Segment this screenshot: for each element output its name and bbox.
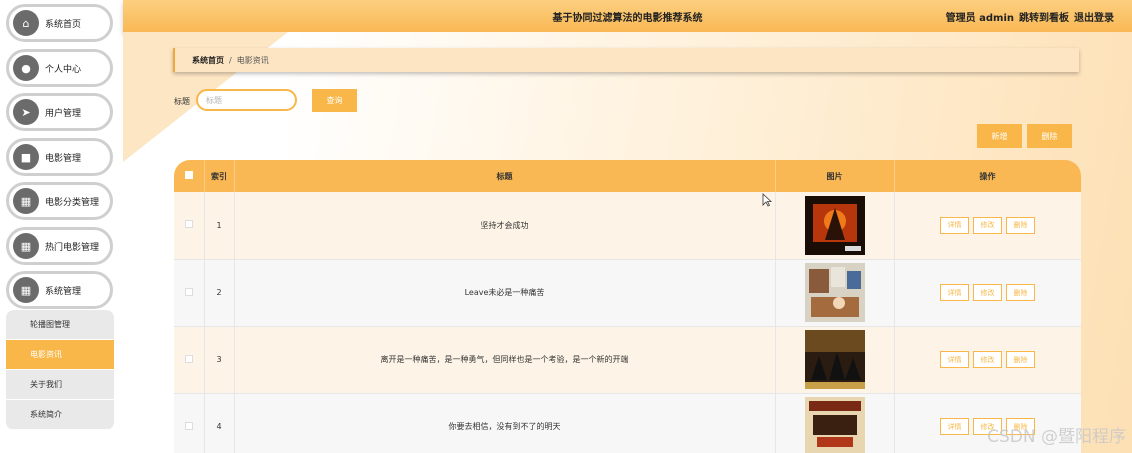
sidebar: ⌂ 系统首页 ● 个人中心 ➤ 用户管理 ■ 电影管理 ▦ 电影分类管理 ▦ 热… [0,0,123,453]
main-content: 系统首页 / 电影资讯 标题 查询 新增 删除 索引 标题 图片 操作 [123,32,1132,453]
row-index: 1 [204,192,235,260]
detail-button[interactable]: 详情 [940,216,969,234]
home-icon: ⌂ [13,10,39,36]
submenu-item-about[interactable]: 关于我们 [6,370,114,400]
breadcrumb: 系统首页 / 电影资讯 [173,48,1079,72]
delete-button[interactable]: 删除 [1006,216,1035,234]
sidebar-item-movies[interactable]: ■ 电影管理 [6,138,113,176]
row-title: Leave未必是一种痛苦 [234,259,776,327]
admin-user-label: 管理员 admin [945,13,1014,24]
batch-delete-button[interactable]: 删除 [1027,124,1072,148]
row-checkbox[interactable] [184,354,193,363]
sidebar-item-label: 系统首页 [45,19,82,30]
row-checkbox[interactable] [184,287,193,296]
row-checkbox[interactable] [184,220,193,229]
row-checkbox-cell [174,192,205,260]
sidebar-item-label: 热门电影管理 [45,242,100,253]
row-title: 你要去相信，没有到不了的明天 [234,393,776,453]
sidebar-item-label: 系统管理 [45,286,82,297]
search-button[interactable]: 查询 [312,89,357,112]
sidebar-item-categories[interactable]: ▦ 电影分类管理 [6,182,113,220]
row-image-cell [775,192,895,260]
grid-icon: ▦ [13,233,39,259]
sidebar-item-label: 电影分类管理 [45,197,100,208]
grid-icon: ▦ [13,188,39,214]
row-checkbox-cell [174,326,205,394]
add-button[interactable]: 新增 [977,124,1022,148]
sidebar-item-users[interactable]: ➤ 用户管理 [6,93,113,131]
header-actions: 操作 [894,160,1081,192]
sidebar-item-system[interactable]: ▦ 系统管理 [6,271,113,309]
row-image-cell [775,393,895,453]
row-checkbox[interactable] [184,421,193,430]
table-row: 3 离开是一种痛苦，是一种勇气，但同样也是一个考验，是一个新的开端 详情 修改 … [174,326,1081,394]
detail-button[interactable]: 详情 [940,418,969,435]
search-label: 标题 [174,97,190,106]
send-icon: ➤ [13,99,39,125]
edit-button[interactable]: 修改 [973,284,1002,301]
row-actions-cell: 详情 修改 删除 [894,326,1081,394]
breadcrumb-current: 电影资讯 [236,55,269,65]
row-title: 离开是一种痛苦，是一种勇气，但同样也是一个考验，是一个新的开端 [234,326,776,394]
row-index: 3 [204,326,235,394]
sidebar-item-hot-movies[interactable]: ▦ 热门电影管理 [6,227,113,265]
edit-button[interactable]: 修改 [973,351,1002,368]
row-title: 坚持才会成功 [234,192,776,260]
watermark: CSDN @暨阳程序 [987,427,1126,447]
breadcrumb-home[interactable]: 系统首页 [192,55,224,66]
sidebar-item-label: 个人中心 [45,64,82,75]
delete-button[interactable]: 删除 [1006,351,1035,368]
header-image: 图片 [775,160,895,192]
user-icon: ● [13,55,39,81]
row-actions-cell: 详情 修改 删除 [894,192,1081,260]
row-index: 4 [204,393,235,453]
poster-image [804,263,865,322]
poster-image [804,195,865,255]
detail-button[interactable]: 详情 [940,351,969,368]
sidebar-item-label: 电影管理 [45,153,82,164]
top-right-links: 管理员 admin 跳转到看板 退出登录 [946,9,1114,24]
row-actions-cell: 详情 修改 删除 [894,259,1081,327]
submenu-item-carousel[interactable]: 轮播图管理 [6,310,114,340]
submenu-item-news[interactable]: 电影资讯 [6,340,114,370]
grid-icon: ▦ [13,277,39,303]
news-table: 索引 标题 图片 操作 1 坚持才会成功 详情 修改 删除 2 Leave未必是… [174,160,1081,453]
row-checkbox-cell [174,259,205,327]
system-submenu: 轮播图管理 电影资讯 关于我们 系统简介 [6,310,114,430]
logout-link[interactable]: 退出登录 [1074,9,1114,24]
row-checkbox-cell [174,393,205,453]
poster-image [804,330,865,389]
sidebar-item-profile[interactable]: ● 个人中心 [6,49,113,87]
edit-button[interactable]: 修改 [973,216,1002,234]
mouse-cursor-icon [762,193,772,207]
row-index: 2 [204,259,235,327]
row-image-cell [775,259,895,327]
breadcrumb-separator: / [229,55,232,65]
table-row: 1 坚持才会成功 详情 修改 删除 [174,192,1081,260]
table-header-row: 索引 标题 图片 操作 [174,160,1081,192]
sidebar-item-label: 用户管理 [45,108,82,119]
header-title: 标题 [234,160,776,192]
select-all-checkbox[interactable] [184,171,193,179]
top-bar: 基于协同过滤算法的电影推荐系统 管理员 admin 跳转到看板 退出登录 [123,0,1132,32]
header-index: 索引 [204,160,235,192]
poster-image [804,397,865,453]
header-checkbox-cell [174,160,205,192]
delete-button[interactable]: 删除 [1006,284,1035,301]
sidebar-item-home[interactable]: ⌂ 系统首页 [6,4,113,42]
search-input[interactable] [196,89,297,111]
submenu-item-intro[interactable]: 系统简介 [6,400,114,430]
row-image-cell [775,326,895,394]
dashboard-link[interactable]: 跳转到看板 [1019,9,1069,24]
table-row: 4 你要去相信，没有到不了的明天 详情 修改 删除 [174,393,1081,453]
film-icon: ■ [13,144,39,170]
table-row: 2 Leave未必是一种痛苦 详情 修改 删除 [174,259,1081,327]
detail-button[interactable]: 详情 [940,284,969,301]
